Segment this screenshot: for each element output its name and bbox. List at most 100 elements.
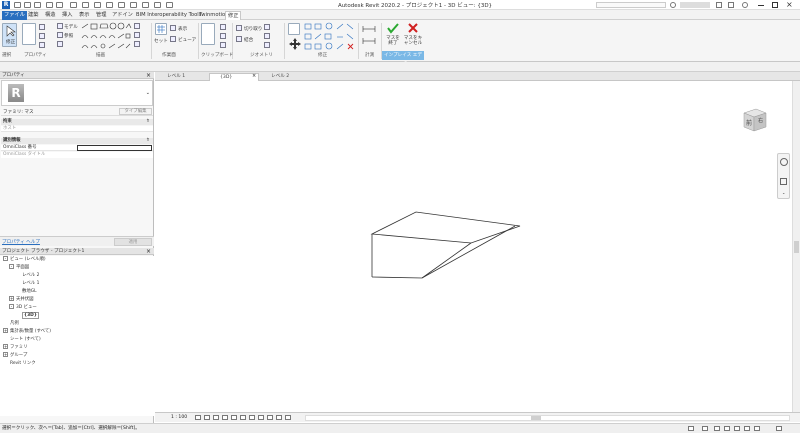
tab-close-icon[interactable]: ×: [252, 73, 256, 79]
show-work-plane-icon[interactable]: [170, 25, 176, 31]
type-selector[interactable]: R ⌄: [1, 80, 153, 106]
measure-tool-icon[interactable]: [361, 23, 379, 51]
tree-node-icon[interactable]: [3, 360, 8, 365]
wall-joins-icon[interactable]: [264, 42, 270, 48]
expand-icon[interactable]: +: [3, 344, 8, 349]
collapse-icon[interactable]: -: [9, 264, 14, 269]
model-line-icon[interactable]: [57, 23, 63, 29]
browser-item[interactable]: 敷地GL: [15, 288, 37, 295]
highlight-displacement-icon[interactable]: [285, 415, 291, 420]
horizontal-scrollbar[interactable]: [305, 415, 790, 421]
search-icon[interactable]: [670, 2, 676, 8]
tab-architecture[interactable]: 建築: [26, 11, 40, 20]
print-icon[interactable]: [70, 2, 77, 8]
drag-elements-icon[interactable]: [754, 426, 760, 431]
thin-lines-icon[interactable]: [142, 2, 149, 8]
browser-item[interactable]: -3D ビュー: [9, 304, 37, 311]
sun-path-icon[interactable]: [213, 415, 219, 420]
align-button[interactable]: [288, 23, 300, 35]
dimension-icon[interactable]: [94, 2, 101, 8]
set-work-plane-button[interactable]: [155, 23, 167, 35]
crop-view-icon[interactable]: [240, 415, 246, 420]
collapse-icon[interactable]: ⇑: [146, 138, 150, 144]
scroll-thumb[interactable]: [531, 416, 541, 420]
properties-help-link[interactable]: プロパティ ヘルプ: [2, 239, 40, 245]
tree-node-icon[interactable]: [3, 336, 8, 341]
copy-icon[interactable]: [220, 33, 226, 39]
paste-button[interactable]: [201, 23, 215, 45]
mass-3d-model[interactable]: [155, 81, 792, 412]
scroll-thumb[interactable]: [794, 241, 799, 253]
browser-item[interactable]: レベル 1: [15, 280, 39, 287]
expand-icon[interactable]: +: [9, 296, 14, 301]
paint-icon[interactable]: [264, 33, 270, 39]
select-pinned-icon[interactable]: [734, 426, 740, 431]
maximize-icon[interactable]: [772, 2, 778, 8]
cope-icon[interactable]: [236, 25, 242, 31]
draw-tools-icon[interactable]: [80, 22, 132, 52]
select-by-face-icon[interactable]: [744, 426, 750, 431]
viewer-icon[interactable]: [170, 36, 176, 42]
3d-view-icon[interactable]: [118, 2, 125, 8]
tab-view[interactable]: 表示: [77, 11, 91, 20]
modify-tool-button[interactable]: 修正: [2, 23, 17, 47]
undo-icon[interactable]: [46, 2, 53, 8]
select-links-icon[interactable]: [714, 426, 720, 431]
draw-plane-icon[interactable]: [134, 32, 140, 38]
show-crop-icon[interactable]: [249, 415, 255, 420]
properties-button[interactable]: [22, 23, 36, 45]
tree-node-icon[interactable]: [3, 320, 8, 325]
text-icon[interactable]: [106, 2, 113, 8]
move-icon[interactable]: [288, 37, 302, 51]
section-icon[interactable]: [130, 2, 137, 8]
worksets-icon[interactable]: [688, 426, 694, 431]
panel-close-icon[interactable]: ×: [146, 248, 151, 255]
type-properties-icon[interactable]: [39, 24, 45, 30]
minimize-icon[interactable]: [758, 5, 764, 6]
expand-icon[interactable]: +: [3, 352, 8, 357]
browser-item[interactable]: + グループ: [3, 352, 27, 359]
browser-item[interactable]: レベル 2: [15, 272, 39, 279]
shadows-icon[interactable]: [222, 415, 228, 420]
browser-item[interactable]: + 集計表/数量 (すべて): [3, 328, 51, 335]
search-box[interactable]: [596, 2, 666, 8]
tab-modify[interactable]: 修正: [225, 11, 242, 20]
cut-icon[interactable]: [220, 24, 226, 30]
browser-item[interactable]: - ビュー (レベル順): [3, 256, 46, 263]
sync-icon[interactable]: [34, 2, 41, 8]
browser-item[interactable]: {3D}: [15, 312, 39, 319]
detail-level-icon[interactable]: [195, 415, 201, 420]
revit-logo-icon[interactable]: R: [2, 1, 10, 9]
apply-button[interactable]: 適用: [114, 238, 152, 246]
zoom-icon[interactable]: [780, 178, 787, 185]
scale-label[interactable]: 1 : 100: [171, 414, 187, 422]
exchange-icon[interactable]: [728, 2, 734, 8]
browser-item[interactable]: 凡例: [3, 320, 19, 327]
steering-wheel-icon[interactable]: [780, 158, 788, 166]
user-icon[interactable]: [680, 2, 710, 8]
expand-icon[interactable]: +: [3, 328, 8, 333]
measure-icon[interactable]: [82, 2, 89, 8]
section-identity[interactable]: 識別情報: [1, 138, 153, 144]
cart-icon[interactable]: [716, 2, 722, 8]
switch-windows-icon[interactable]: [166, 2, 173, 8]
family-category-icon[interactable]: [39, 42, 45, 48]
save-icon[interactable]: [24, 2, 31, 8]
tab-structure[interactable]: 構造: [43, 11, 57, 20]
collapse-icon[interactable]: ⇑: [146, 119, 150, 125]
redo-icon[interactable]: [56, 2, 63, 8]
browser-item[interactable]: + 天井伏図: [9, 296, 34, 303]
collapse-icon[interactable]: -: [3, 256, 8, 261]
tree-node-icon[interactable]: [15, 312, 20, 317]
browser-item[interactable]: - 平面図: [9, 264, 29, 271]
vertical-scrollbar[interactable]: [792, 81, 800, 412]
temporary-hide-icon[interactable]: [258, 415, 264, 420]
design-options-icon[interactable]: [702, 426, 708, 431]
browser-item[interactable]: Revit リンク: [3, 360, 36, 367]
modify-tools-icon[interactable]: [304, 22, 360, 52]
panel-close-icon[interactable]: ×: [146, 72, 151, 79]
draw-points-icon[interactable]: [134, 41, 140, 47]
viewcube[interactable]: 前 右: [738, 103, 770, 135]
close-hidden-icon[interactable]: [154, 2, 161, 8]
split-face-icon[interactable]: [264, 24, 270, 30]
